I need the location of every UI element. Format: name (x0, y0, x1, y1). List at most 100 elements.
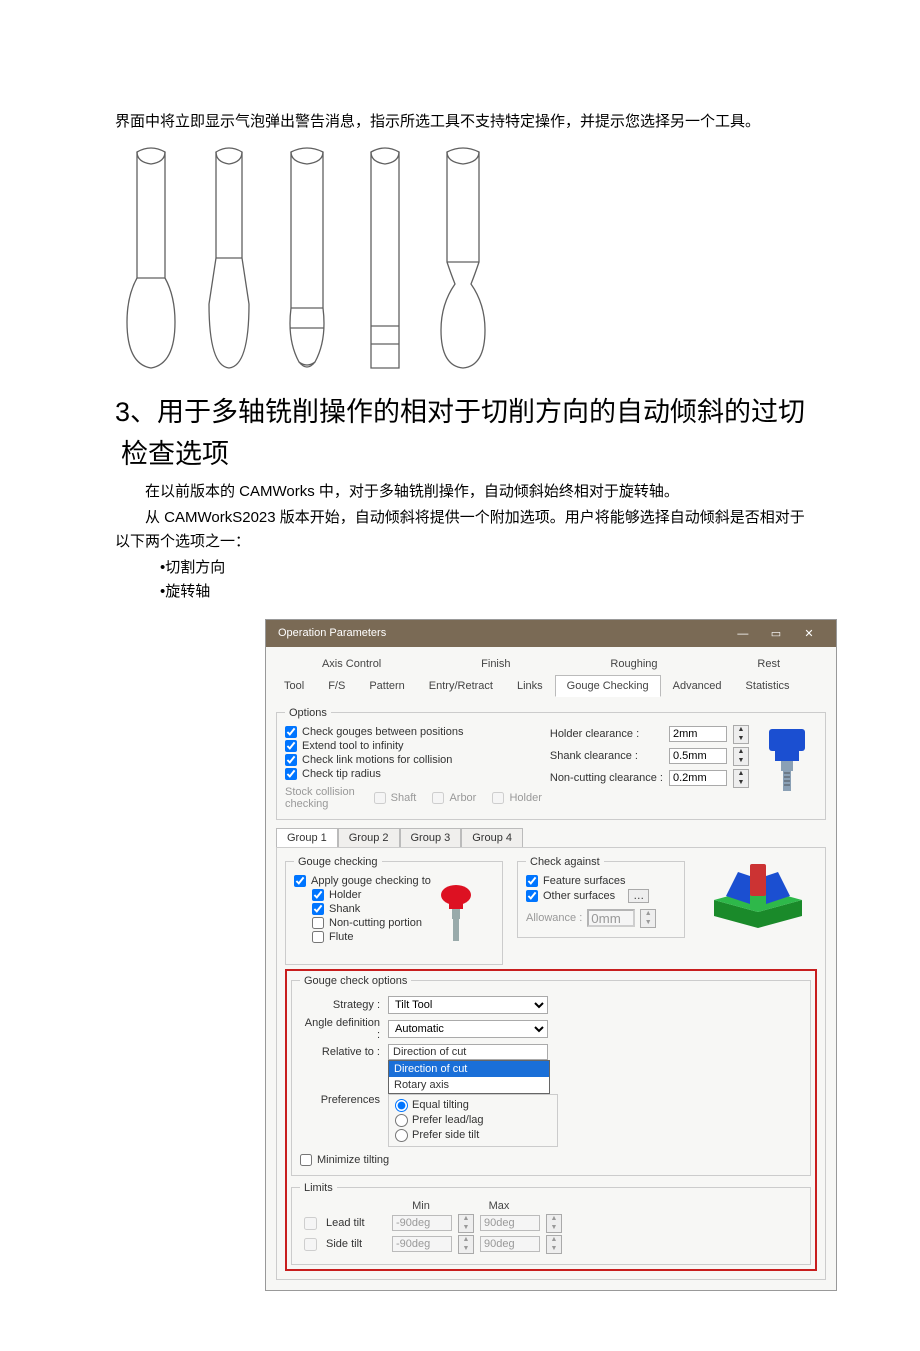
allowance-label: Allowance : (526, 912, 582, 924)
side-tilt-label: Side tilt (326, 1238, 386, 1250)
taper-ball-tool-icon (193, 144, 265, 382)
chk-extend-infinity[interactable] (285, 740, 297, 752)
chk-feature-surf[interactable] (526, 875, 538, 887)
tab-statistics[interactable]: Statistics (734, 675, 802, 697)
chk-holder[interactable] (312, 889, 324, 901)
highlighted-section: Gouge check options Strategy : Tilt Tool… (285, 969, 817, 1271)
chk-shank[interactable] (312, 903, 324, 915)
chk-flute[interactable] (312, 931, 324, 943)
chk-shank-label: Shank (329, 903, 360, 915)
chk-link-motions[interactable] (285, 754, 297, 766)
chk-feature-surf-label: Feature surfaces (543, 875, 626, 887)
chk-apply-gouge-label: Apply gouge checking to (311, 875, 431, 887)
spinner[interactable]: ▲▼ (733, 725, 749, 744)
limits-legend: Limits (300, 1182, 337, 1194)
maximize-icon[interactable]: ▭ (761, 627, 791, 640)
options-group: Options Check gouges between positions E… (276, 707, 826, 820)
lens-tool-icon (271, 144, 343, 382)
chk-other-surf-label: Other surfaces (543, 890, 615, 902)
angle-label: Angle definition : (300, 1017, 380, 1041)
tab-gouge-checking[interactable]: Gouge Checking (555, 675, 661, 697)
chk-arbor-label: Arbor (449, 792, 476, 804)
spinner: ▲▼ (458, 1214, 474, 1233)
relative-label: Relative to : (300, 1046, 380, 1058)
allowance-input (587, 909, 635, 927)
chk-minimize-tilting-label: Minimize tilting (317, 1154, 389, 1166)
radio-equal-tilting[interactable] (395, 1099, 408, 1112)
tab-links[interactable]: Links (505, 675, 555, 697)
cylinder-tool-icon (349, 144, 421, 382)
dd-item-direction-of-cut[interactable]: Direction of cut (389, 1061, 549, 1077)
tab-finish[interactable]: Finish (469, 653, 522, 675)
radio-prefer-side[interactable] (395, 1129, 408, 1142)
close-icon[interactable]: ✕ (794, 627, 824, 640)
relative-to-current: Direction of cut (388, 1044, 548, 1060)
chk-tip-radius[interactable] (285, 768, 297, 780)
tab-row-1: Axis Control Finish Roughing Rest (266, 647, 836, 675)
shank-clearance-label: Shank clearance : (550, 750, 663, 762)
tab-pattern[interactable]: Pattern (357, 675, 416, 697)
chk-other-surf[interactable] (526, 890, 538, 902)
lead-tilt-min (392, 1215, 452, 1231)
spinner[interactable]: ▲▼ (733, 769, 749, 788)
check-against-legend: Check against (526, 856, 604, 868)
noncut-clearance-input[interactable] (669, 770, 727, 786)
limits-group: Limits Min Max Lead tilt ▲▼ (291, 1182, 811, 1265)
stock-collision-label: Stock collision checking (285, 786, 361, 810)
strategy-select[interactable]: Tilt Tool (388, 996, 548, 1014)
chk-extend-infinity-label: Extend tool to infinity (302, 740, 404, 752)
tab-entry[interactable]: Entry/Retract (417, 675, 505, 697)
barrel-tool-icon (115, 144, 187, 382)
tool-silhouettes (115, 144, 805, 382)
spinner: ▲▼ (458, 1235, 474, 1254)
side-tilt-min (392, 1236, 452, 1252)
minimize-icon[interactable]: — (728, 628, 758, 640)
radio-prefer-lead[interactable] (395, 1114, 408, 1127)
tab-tool[interactable]: Tool (272, 675, 316, 697)
operation-parameters-dialog: Operation Parameters — ▭ ✕ Axis Control … (265, 619, 837, 1291)
chk-minimize-tilting[interactable] (300, 1154, 312, 1166)
relative-to-dropdown[interactable]: Direction of cut Direction of cut Rotary… (388, 1044, 548, 1060)
spinner: ▲▼ (546, 1214, 562, 1233)
tab-rest[interactable]: Rest (745, 653, 792, 675)
tab-fs[interactable]: F/S (316, 675, 357, 697)
bullet-1: •切割方向 (115, 556, 805, 580)
tab-roughing[interactable]: Roughing (598, 653, 669, 675)
shank-clearance-input[interactable] (669, 748, 727, 764)
angle-select[interactable]: Automatic (388, 1020, 548, 1038)
spinner: ▲▼ (546, 1235, 562, 1254)
tool-holder-preview (757, 725, 817, 798)
paragraph-1: 在以前版本的 CAMWorks 中，对于多轴铣削操作，自动倾斜始终相对于旋转轴。 (115, 480, 805, 504)
other-surf-button[interactable]: … (628, 889, 649, 903)
lead-tilt-max (480, 1215, 540, 1231)
chk-holder-sc (492, 792, 504, 804)
chk-gouges-between-label: Check gouges between positions (302, 726, 463, 738)
dialog-titlebar: Operation Parameters — ▭ ✕ (266, 620, 836, 647)
section-title: 3、用于多轴铣削操作的相对于切削方向的自动倾斜的过切检查选项 (115, 392, 805, 476)
dd-item-rotary-axis[interactable]: Rotary axis (389, 1077, 549, 1093)
radio-prefer-side-label: Prefer side tilt (412, 1129, 479, 1141)
limits-min-header: Min (385, 1200, 457, 1212)
subtab-group4[interactable]: Group 4 (461, 828, 523, 847)
intro-text: 界面中将立即显示气泡弹出警告消息，指示所选工具不支持特定操作，并提示您选择另一个… (115, 110, 805, 134)
chk-holder-label: Holder (329, 889, 361, 901)
tab-axis-control[interactable]: Axis Control (310, 653, 393, 675)
chk-gouges-between[interactable] (285, 726, 297, 738)
tab-advanced[interactable]: Advanced (661, 675, 734, 697)
subtab-group2[interactable]: Group 2 (338, 828, 400, 847)
side-tilt-max (480, 1236, 540, 1252)
clearance-table: Holder clearance : ▲▼ Shank clearance : … (550, 725, 749, 788)
holder-clearance-input[interactable] (669, 726, 727, 742)
gouge-checking-group: Gouge checking Apply gouge checking to H… (285, 856, 503, 965)
subtab-group3[interactable]: Group 3 (400, 828, 462, 847)
holder-clearance-label: Holder clearance : (550, 728, 663, 740)
chk-noncutting[interactable] (312, 917, 324, 929)
tab-row-2: Tool F/S Pattern Entry/Retract Links Gou… (266, 675, 836, 697)
chk-tip-radius-label: Check tip radius (302, 768, 381, 780)
chk-apply-gouge[interactable] (294, 875, 306, 887)
options-legend: Options (285, 707, 331, 719)
chk-arbor (432, 792, 444, 804)
dialog-title: Operation Parameters (278, 627, 386, 639)
spinner[interactable]: ▲▼ (733, 747, 749, 766)
subtab-group1[interactable]: Group 1 (276, 828, 338, 847)
